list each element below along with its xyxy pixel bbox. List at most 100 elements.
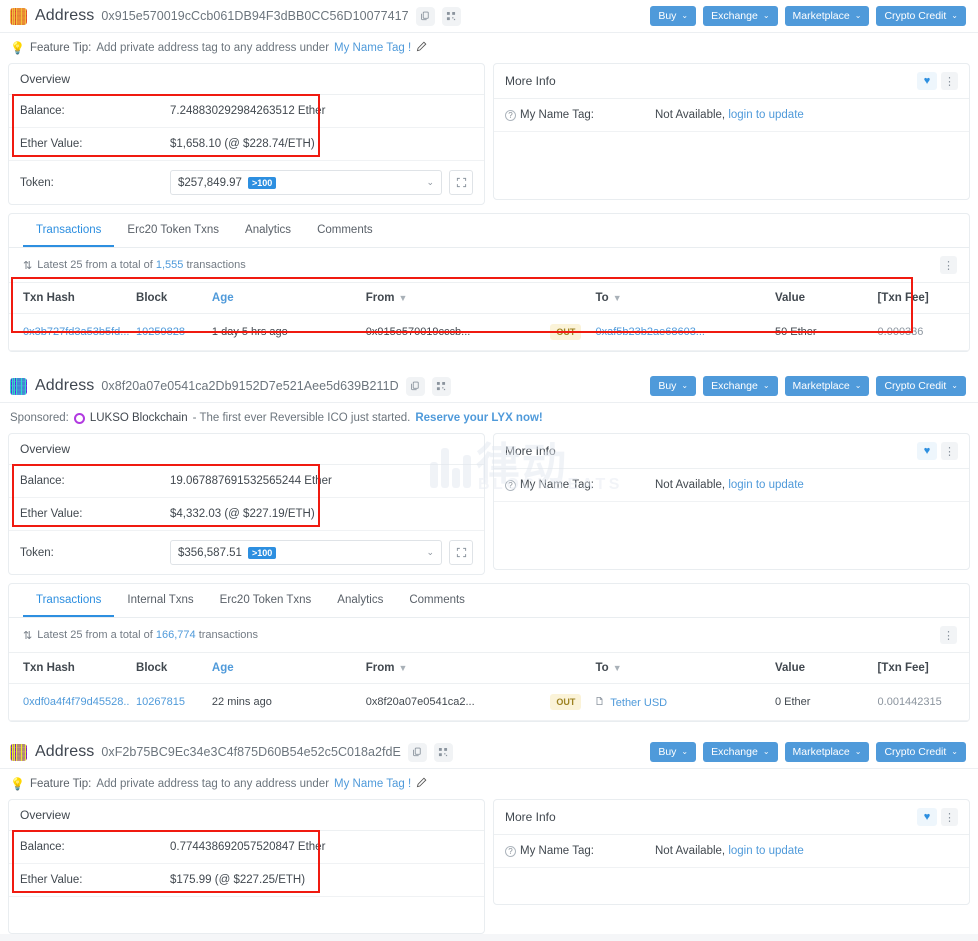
address-identicon-icon xyxy=(10,377,27,395)
exchange-button[interactable]: Exchange ⌄ xyxy=(703,376,778,396)
col-block[interactable]: Block xyxy=(130,652,206,684)
col-txn-fee[interactable]: [Txn Fee] xyxy=(871,652,969,684)
exchange-button[interactable]: Exchange ⌄ xyxy=(703,6,778,26)
table-options-icon[interactable]: ⋮ xyxy=(940,256,957,274)
crypto-credit-button[interactable]: Crypto Credit ⌄ xyxy=(876,742,966,762)
my-name-tag-label: ? My Name Tag: xyxy=(505,109,655,121)
pencil-icon[interactable] xyxy=(416,41,427,55)
col-age[interactable]: Age xyxy=(205,282,360,314)
summary-cards-row: Overview Balance: 19.067887691532565244 … xyxy=(0,433,978,575)
filter-icon[interactable]: ▼ xyxy=(399,663,408,673)
txn-hash-link[interactable]: 0xdf0a4f4f79d45528... xyxy=(23,696,130,708)
filter-icon[interactable]: ▼ xyxy=(613,293,622,303)
buy-button[interactable]: Buy ⌄ xyxy=(650,376,697,396)
my-name-tag-link[interactable]: My Name Tag ! xyxy=(334,42,411,54)
tab-internal-txns[interactable]: Internal Txns xyxy=(114,584,206,617)
col-txn-hash[interactable]: Txn Hash xyxy=(9,652,131,684)
tab-analytics[interactable]: Analytics xyxy=(232,214,304,247)
buy-button[interactable]: Buy ⌄ xyxy=(650,6,697,26)
col-to[interactable]: To ▼ xyxy=(589,652,769,684)
total-transactions-count[interactable]: 166,774 xyxy=(156,629,196,641)
login-to-update-link[interactable]: login to update xyxy=(728,845,803,857)
tab-comments[interactable]: Comments xyxy=(396,584,478,617)
login-to-update-link[interactable]: login to update xyxy=(728,109,803,121)
more-info-card-title: More Info ♥ ⋮ xyxy=(494,434,969,469)
my-name-tag-link[interactable]: My Name Tag ! xyxy=(334,778,411,790)
col-block[interactable]: Block xyxy=(130,282,206,314)
token-select[interactable]: $356,587.51 >100 ⌄ xyxy=(170,540,442,565)
col-from[interactable]: From ▼ xyxy=(359,282,543,314)
more-options-icon[interactable]: ⋮ xyxy=(941,808,958,826)
col-txn-hash[interactable]: Txn Hash xyxy=(9,282,131,314)
age-cell: 22 mins ago xyxy=(205,683,360,721)
total-transactions-count[interactable]: 1,555 xyxy=(156,259,184,271)
col-value[interactable]: Value xyxy=(768,652,872,684)
col-from[interactable]: From ▼ xyxy=(359,652,543,684)
col-txn-fee[interactable]: [Txn Fee] xyxy=(871,282,969,314)
feature-tip-bar: 💡 Feature Tip: Add private address tag t… xyxy=(0,769,978,799)
table-options-icon[interactable]: ⋮ xyxy=(940,626,957,644)
crypto-credit-button[interactable]: Crypto Credit ⌄ xyxy=(876,6,966,26)
marketplace-button[interactable]: Marketplace ⌄ xyxy=(784,742,870,762)
to-link[interactable]: 0xaf5b23b2ae68603... xyxy=(595,326,705,338)
favorite-heart-icon[interactable]: ♥ xyxy=(917,442,937,460)
transactions-card-2: Transactions Internal Txns Erc20 Token T… xyxy=(8,583,970,722)
overview-card: Overview Balance: 0.774438692057520847 E… xyxy=(8,799,485,934)
expand-icon[interactable] xyxy=(449,540,473,565)
token-select[interactable]: $257,849.97 >100 ⌄ xyxy=(170,170,442,195)
col-value[interactable]: Value xyxy=(768,282,872,314)
more-info-card: More Info ♥ ⋮ ? My Name Tag: Not Availabl… xyxy=(493,63,970,200)
buy-button[interactable]: Buy ⌄ xyxy=(650,742,697,762)
col-age[interactable]: Age xyxy=(205,652,360,684)
filter-icon[interactable]: ▼ xyxy=(399,293,408,303)
favorite-heart-icon[interactable]: ♥ xyxy=(917,808,937,826)
token-contract-icon xyxy=(595,696,607,709)
block-link[interactable]: 10267815 xyxy=(136,696,185,708)
login-to-update-link[interactable]: login to update xyxy=(728,479,803,491)
exchange-button[interactable]: Exchange ⌄ xyxy=(703,742,778,762)
txn-hash-link[interactable]: 0x3b727fd3a53b5fd... xyxy=(23,326,129,338)
col-to[interactable]: To ▼ xyxy=(589,282,769,314)
tab-comments[interactable]: Comments xyxy=(304,214,386,247)
ether-value-label: Ether Value: xyxy=(20,508,83,520)
qr-code-icon[interactable] xyxy=(441,6,461,26)
tab-erc20-token-txns[interactable]: Erc20 Token Txns xyxy=(207,584,325,617)
help-icon[interactable]: ? xyxy=(505,846,516,857)
balance-row: Balance: 19.067887691532565244 Ether xyxy=(9,465,484,498)
sponsored-cta-link[interactable]: Reserve your LYX now! xyxy=(415,412,542,424)
token-count-badge: >100 xyxy=(247,176,277,189)
transactions-table: Txn Hash Block Age From ▼ To ▼ Value [Txn … xyxy=(9,282,969,351)
block-link[interactable]: 10259828 xyxy=(136,326,185,338)
to-token-link[interactable]: Tether USD xyxy=(610,697,667,709)
pencil-icon[interactable] xyxy=(416,777,427,791)
more-options-icon[interactable]: ⋮ xyxy=(941,442,958,460)
expand-icon[interactable] xyxy=(449,170,473,195)
help-icon[interactable]: ? xyxy=(505,480,516,491)
token-total-value: $356,587.51 xyxy=(178,546,242,559)
address-hash: 0x8f20a07e0541ca2Db9152D7e521Aee5d639B21… xyxy=(101,379,399,393)
crypto-credit-button[interactable]: Crypto Credit ⌄ xyxy=(876,376,966,396)
token-label: Token: xyxy=(20,176,54,189)
age-cell: 1 day 5 hrs ago xyxy=(205,313,360,351)
copy-icon[interactable] xyxy=(415,6,435,26)
tab-analytics[interactable]: Analytics xyxy=(324,584,396,617)
copy-icon[interactable] xyxy=(405,376,425,396)
table-row: 0xdf0a4f4f79d45528... 10267815 22 mins a… xyxy=(9,683,969,721)
more-options-icon[interactable]: ⋮ xyxy=(941,72,958,90)
help-icon[interactable]: ? xyxy=(505,110,516,121)
qr-code-icon[interactable] xyxy=(431,376,451,396)
copy-icon[interactable] xyxy=(407,742,427,762)
ether-value-label: Ether Value: xyxy=(20,138,83,150)
marketplace-button[interactable]: Marketplace ⌄ xyxy=(784,376,870,396)
favorite-heart-icon[interactable]: ♥ xyxy=(917,72,937,90)
qr-code-icon[interactable] xyxy=(433,742,453,762)
token-count-badge: >100 xyxy=(247,546,277,559)
token-row: Token: $257,849.97 >100 ⌄ xyxy=(9,161,484,204)
balance-value: 7.248830292984263512 Ether xyxy=(170,105,326,117)
marketplace-button[interactable]: Marketplace ⌄ xyxy=(784,6,870,26)
tab-erc20-token-txns[interactable]: Erc20 Token Txns xyxy=(114,214,232,247)
filter-icon[interactable]: ▼ xyxy=(613,663,622,673)
tab-transactions[interactable]: Transactions xyxy=(23,584,115,617)
chevron-down-icon: ⌄ xyxy=(951,381,958,390)
tab-transactions[interactable]: Transactions xyxy=(23,214,115,247)
